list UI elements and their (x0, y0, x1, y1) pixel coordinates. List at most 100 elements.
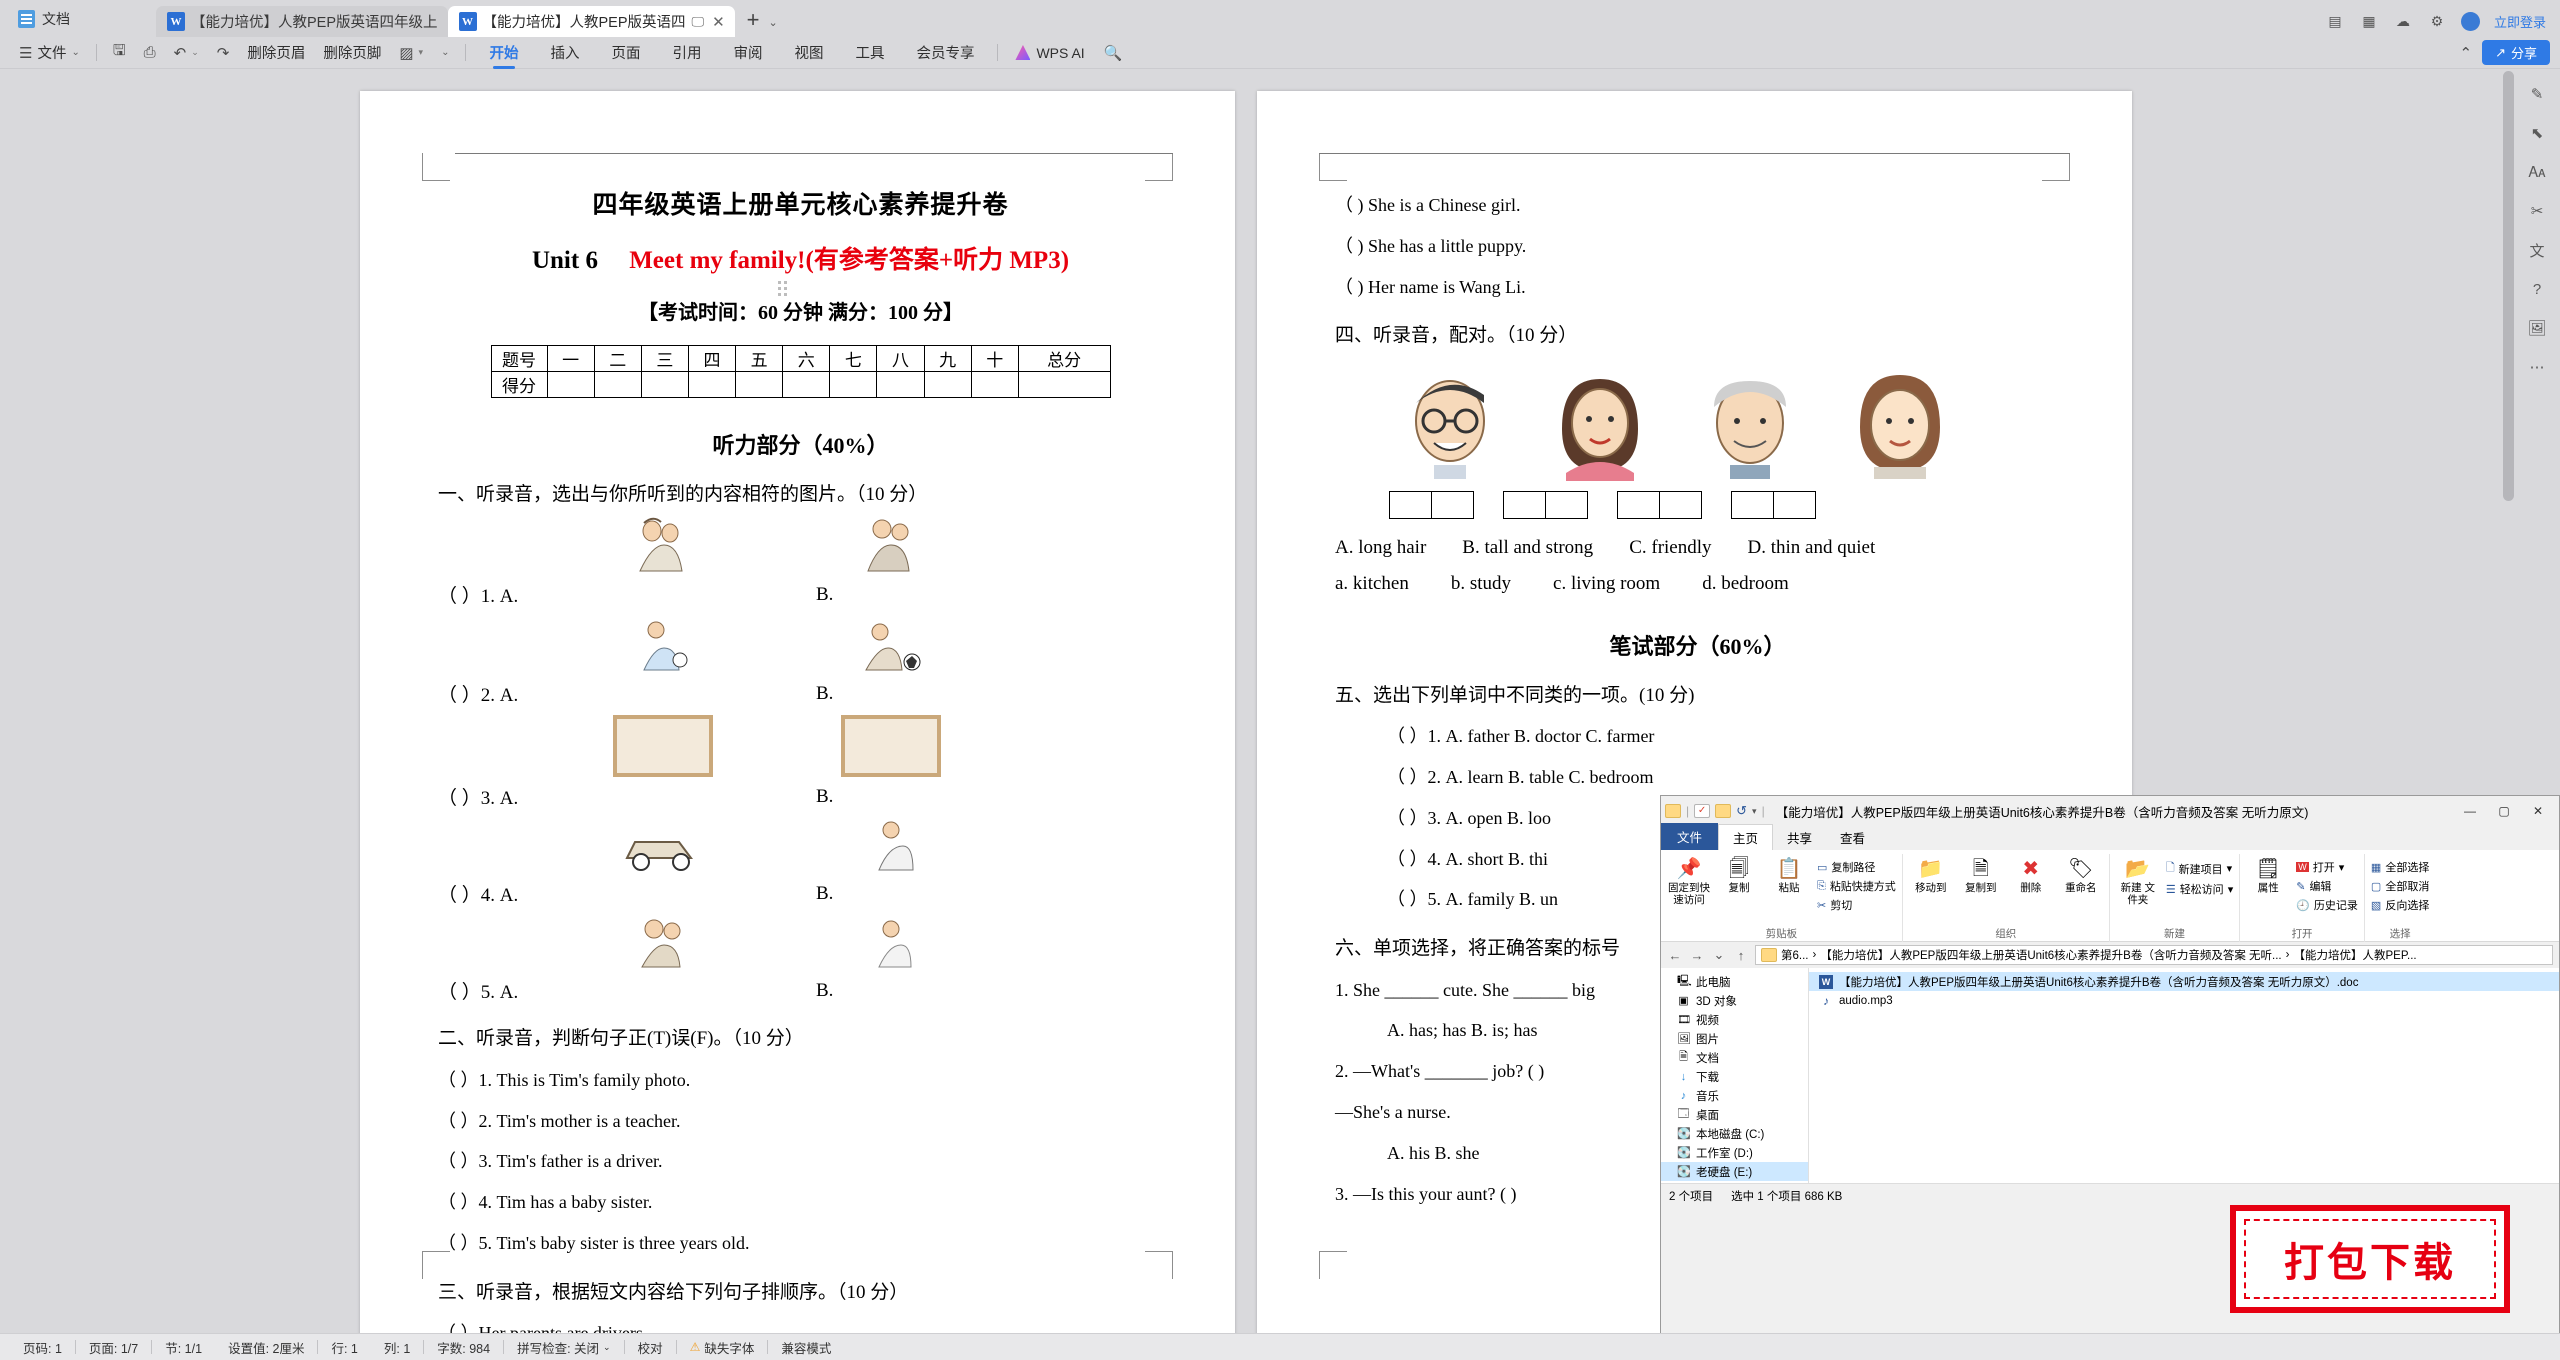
vertical-scrollbar[interactable] (2503, 71, 2514, 501)
nav-item-disk-e[interactable]: 💽 老硬盘 (E:) (1661, 1162, 1808, 1181)
explorer-file-list[interactable]: W 【能力培优】人教PEP版四年级上册英语Unit6核心素养提升B卷（含听力音频… (1809, 968, 2559, 1183)
open-button[interactable]: W 打开 ▾ (2296, 859, 2358, 875)
file-item-doc[interactable]: W 【能力培优】人教PEP版四年级上册英语Unit6核心素养提升B卷（含听力音频… (1809, 972, 2559, 991)
answer-cell[interactable] (1431, 490, 1474, 519)
close-icon[interactable]: ✕ (712, 13, 725, 31)
answer-box-group[interactable] (1503, 490, 1588, 519)
nav-item-desktop[interactable]: 🗔 桌面 (1661, 1105, 1808, 1124)
cut-button[interactable]: ✂ 剪切 (1817, 897, 1896, 913)
cloud-icon[interactable]: ☁ (2393, 13, 2413, 31)
delete-header-button[interactable]: 删除页眉 (238, 37, 314, 69)
download-stamp[interactable]: 打包下载 (2230, 1205, 2510, 1313)
pin-to-quick-access-button[interactable]: 📌 固定到快 速访问 (1667, 854, 1711, 906)
paste-button[interactable]: 📋 粘贴 (1767, 854, 1811, 894)
doc-menu-button[interactable]: 文档 (8, 4, 84, 34)
nav-item-documents[interactable]: 🗎 文档 (1661, 1048, 1808, 1067)
undo-icon[interactable]: ↺ (1736, 803, 1747, 819)
app-menu-button[interactable]: ☰ 文件 ⌄ (10, 37, 89, 69)
explorer-nav-pane[interactable]: 🖳 此电脑 ▣ 3D 对象 🎞 视频 🖼 图片 🗎 文档 ↓ 下载 ♪ 音乐 🗔 桌面 💽 本地磁… (1661, 968, 1809, 1183)
tab-reference[interactable]: 引用 (656, 37, 717, 69)
back-icon[interactable]: ← (1667, 948, 1683, 963)
forward-icon[interactable]: → (1689, 948, 1705, 963)
nav-item-3d-objects[interactable]: ▣ 3D 对象 (1661, 991, 1808, 1010)
print-button[interactable]: ⎙ (135, 37, 165, 69)
answer-cell[interactable] (1773, 490, 1816, 519)
close-icon[interactable]: ✕ (2521, 798, 2555, 824)
properties-button[interactable]: 🗒 属性 (2246, 854, 2290, 894)
scissors-icon[interactable]: ✂ (2526, 200, 2548, 222)
new-tab-button[interactable]: + (747, 7, 760, 33)
status-missing-font[interactable]: ⚠ 缺失字体 (677, 1338, 768, 1357)
breadcrumb-segment[interactable]: 第6... (1781, 947, 1808, 963)
chevron-down-icon[interactable]: ▾ (1752, 806, 1757, 817)
maximize-icon[interactable]: ▢ (2487, 798, 2521, 824)
wps-ai-button[interactable]: WPS AI (1005, 45, 1094, 61)
nav-item-this-pc[interactable]: 🖳 此电脑 (1661, 972, 1808, 991)
gear-icon[interactable]: ⚙ (2427, 13, 2447, 31)
answer-cell[interactable] (1731, 490, 1774, 519)
invert-selection-button[interactable]: ▧ 反向选择 (2371, 897, 2429, 913)
history-button[interactable]: 🕘 历史记录 (2296, 897, 2358, 913)
easy-access-button[interactable]: ☰ 轻松访问 ▾ (2166, 881, 2233, 897)
paste-shortcut-button[interactable]: ⎘ 粘贴快捷方式 (1817, 878, 1896, 894)
nav-item-disk-f[interactable]: 💽采编加工 (F:) (1661, 1181, 1808, 1183)
tab-insert[interactable]: 插入 (534, 37, 595, 69)
explorer-title-bar[interactable]: | ↺ ▾ | 【能力培优】人教PEP版四年级上册英语Unit6核心素养提升B卷… (1661, 796, 2559, 826)
delete-footer-button[interactable]: 删除页脚 (314, 37, 390, 69)
format-painter-button[interactable]: ▨ ▾ (390, 37, 432, 69)
tab-review[interactable]: 审阅 (717, 37, 778, 69)
answer-box-group[interactable] (1617, 490, 1702, 519)
tab-tools[interactable]: 工具 (839, 37, 900, 69)
chevron-down-icon[interactable]: ⌄ (769, 16, 778, 29)
help-icon[interactable]: ? (2526, 278, 2548, 300)
nav-item-music[interactable]: ♪ 音乐 (1661, 1086, 1808, 1105)
share-button[interactable]: ↗ 分享 (2482, 40, 2550, 65)
document-tab-1[interactable]: W 【能力培优】人教PEP版英语四年级上 (156, 6, 448, 37)
nav-item-disk-d[interactable]: 💽 工作室 (D:) (1661, 1143, 1808, 1162)
pen-icon[interactable]: ✎ (2526, 83, 2548, 105)
grid-icon[interactable]: ▦ (2359, 13, 2379, 31)
explorer-tab-share[interactable]: 共享 (1773, 825, 1826, 850)
more-tools-button[interactable]: ⌄ (432, 37, 458, 69)
tab-page[interactable]: 页面 (595, 37, 656, 69)
properties-icon[interactable] (1694, 804, 1711, 818)
text-icon[interactable]: 🗛 (2526, 161, 2548, 183)
tab-member[interactable]: 会员专享 (900, 37, 990, 69)
new-folder-button[interactable]: 📂 新建 文件夹 (2116, 854, 2160, 906)
nav-item-videos[interactable]: 🎞 视频 (1661, 1010, 1808, 1029)
copy-path-button[interactable]: ▭ 复制路径 (1817, 859, 1896, 875)
answer-cell[interactable] (1503, 490, 1546, 519)
answer-box-group[interactable] (1731, 490, 1816, 519)
answer-cell[interactable] (1545, 490, 1588, 519)
save-button[interactable]: 🖫 (104, 37, 135, 69)
file-item-audio[interactable]: ♪ audio.mp3 (1809, 991, 2559, 1010)
redo-button[interactable]: ↷ (208, 37, 239, 69)
cursor-icon[interactable]: ⬉ (2526, 122, 2548, 144)
select-none-button[interactable]: ▢ 全部取消 (2371, 878, 2429, 894)
breadcrumb[interactable]: 第6... › 【能力培优】人教PEP版四年级上册英语Unit6核心素养提升B卷… (1755, 945, 2553, 965)
minimize-icon[interactable]: — (2453, 798, 2487, 824)
delete-button[interactable]: ✖ 删除 (2009, 854, 2053, 894)
tab-view[interactable]: 视图 (778, 37, 839, 69)
translate-icon[interactable]: 文 (2526, 239, 2548, 261)
folder-icon[interactable] (1665, 804, 1681, 818)
tab-start[interactable]: 开始 (473, 37, 534, 69)
login-label[interactable]: 立即登录 (2494, 12, 2546, 31)
rename-button[interactable]: 🏷 重命名 (2059, 854, 2103, 894)
explorer-tab-view[interactable]: 查看 (1826, 825, 1879, 850)
more-icon[interactable]: ⋯ (2526, 356, 2548, 378)
explorer-tab-home[interactable]: 主页 (1718, 824, 1774, 850)
move-to-button[interactable]: 📁 移动到 (1909, 854, 1953, 894)
avatar[interactable] (2460, 12, 2480, 31)
explorer-tab-file[interactable]: 文件 (1661, 823, 1719, 850)
search-button[interactable]: 🔍 (1095, 37, 1132, 69)
copy-to-button[interactable]: 🗎 复制到 (1959, 854, 2003, 894)
edit-button[interactable]: ✎ 编辑 (2296, 878, 2358, 894)
select-all-button[interactable]: ▦ 全部选择 (2371, 859, 2429, 875)
nav-item-pictures[interactable]: 🖼 图片 (1661, 1029, 1808, 1048)
status-spellcheck[interactable]: 拼写检查: 关闭 ⌄ (504, 1338, 624, 1357)
image-icon[interactable]: 🖼 (2526, 317, 2548, 339)
status-proofread[interactable]: 校对 (625, 1338, 676, 1357)
nav-item-disk-c[interactable]: 💽 本地磁盘 (C:) (1661, 1124, 1808, 1143)
document-tab-2[interactable]: W 【能力培优】人教PEP版英语四 🖵 ✕ (447, 6, 735, 37)
